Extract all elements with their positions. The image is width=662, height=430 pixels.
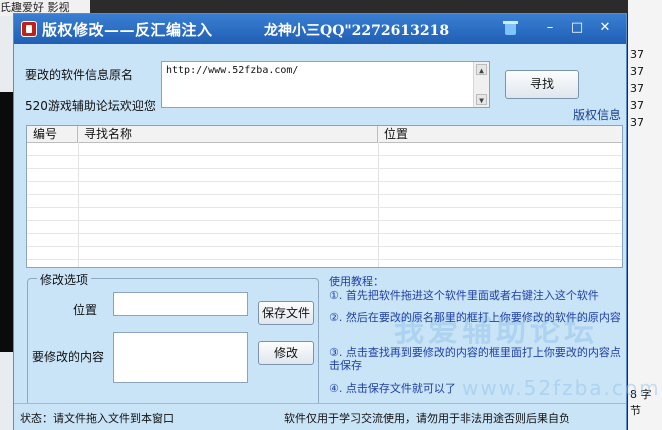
main-window: 版权修改——反汇编注入 龙神小三QQ"2272613218 – □ ✕ 要改的软… <box>13 13 659 430</box>
position-input[interactable] <box>113 292 248 316</box>
table-row <box>27 208 622 221</box>
tutorial-title: 使用教程： <box>329 275 384 288</box>
app-logo-icon <box>21 21 37 37</box>
table-row <box>27 182 622 195</box>
column-header-position[interactable]: 位置 <box>378 126 622 142</box>
original-name-label: 要改的软件信息原名 <box>25 68 134 82</box>
table-header: 编号 寻找名称 位置 <box>27 126 622 143</box>
copyright-link[interactable]: 版权信息 <box>573 106 621 123</box>
scroll-up-icon[interactable]: ▲ <box>476 64 487 75</box>
table-row <box>27 156 622 169</box>
background-right-item: 37 <box>630 82 644 95</box>
minimize-button[interactable]: – <box>539 19 561 37</box>
status-bar: 状态：请文件拖入文件到本窗口 软件仅用于学习交流使用，请勿用于非法用途否则后果自… <box>14 403 626 430</box>
welcome-text: 520游戏辅助论坛欢迎您 <box>25 99 156 113</box>
search-button[interactable]: 寻找 <box>505 70 579 99</box>
original-name-value: http://www.52fzba.com/ <box>166 65 299 76</box>
background-right-item: 37 <box>630 65 644 78</box>
results-table[interactable]: 编号 寻找名称 位置 <box>26 125 623 268</box>
modify-button[interactable]: 修改 <box>258 341 314 365</box>
maximize-button[interactable]: □ <box>566 19 588 37</box>
background-right-item: 37 <box>630 116 644 129</box>
background-right-item: 37 <box>630 48 644 61</box>
table-row <box>27 221 622 234</box>
column-header-id[interactable]: 编号 <box>27 126 78 142</box>
window-title-qq: 龙神小三QQ"2272613218 <box>264 23 450 39</box>
status-text: 状态：请文件拖入文件到本窗口 <box>20 412 174 425</box>
scroll-down-icon[interactable]: ▼ <box>476 94 487 105</box>
tutorial-step: ④. 点击保存文件就可以了 <box>329 382 456 395</box>
disclaimer-text: 软件仅用于学习交流使用，请勿用于非法用途否则后果自负 <box>284 412 570 425</box>
original-name-input[interactable]: http://www.52fzba.com/ ▲ ▼ <box>161 61 490 108</box>
table-row <box>27 195 622 208</box>
table-row <box>27 247 622 260</box>
window-title: 版权修改——反汇编注入 <box>42 21 213 39</box>
pin-icon[interactable] <box>503 21 518 35</box>
save-file-button[interactable]: 保存文件 <box>258 301 314 325</box>
position-label: 位置 <box>73 303 98 317</box>
table-row <box>27 143 622 156</box>
tutorial-step: ③. 点击查找再到要修改的内容的框里面打上你要改的内容点击保存 <box>329 346 621 372</box>
content-input[interactable] <box>113 332 248 383</box>
table-row <box>27 169 622 182</box>
options-group-title: 修改选项 <box>37 271 92 288</box>
tutorial-step: ①. 首先把软件拖进这个软件里面或者右键注入这个软件 <box>329 289 599 302</box>
tutorial-step: ②. 然后在要改的原名那里的框打上你要修改的软件的原内容 <box>329 311 621 324</box>
original-name-scrollbar[interactable]: ▲ ▼ <box>473 62 489 107</box>
table-row <box>27 234 622 247</box>
content-label: 要修改的内容 <box>32 350 105 364</box>
background-right-item: 37 <box>630 99 644 112</box>
close-button[interactable]: ✕ <box>594 19 616 37</box>
title-bar[interactable]: 版权修改——反汇编注入 龙神小三QQ"2272613218 – □ ✕ <box>14 14 626 44</box>
column-header-name[interactable]: 寻找名称 <box>78 126 378 142</box>
